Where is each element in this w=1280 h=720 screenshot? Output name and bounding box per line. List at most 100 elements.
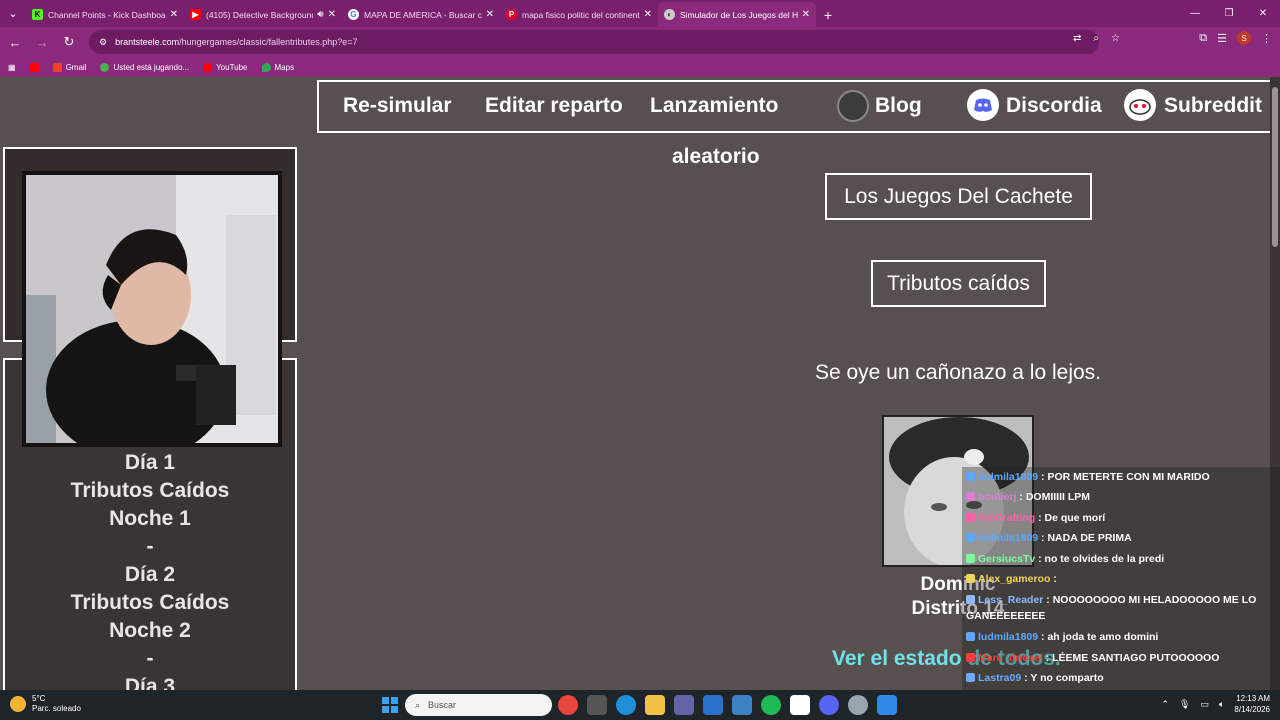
- close-icon[interactable]: ✕: [486, 9, 494, 20]
- bookmark-gmail[interactable]: Gmail: [52, 62, 86, 72]
- day-list-item[interactable]: Día 3: [5, 673, 295, 690]
- bookmark-youtube[interactable]: YouTube: [203, 62, 248, 72]
- discord-icon[interactable]: [967, 89, 999, 121]
- search-placeholder: Buscar: [428, 700, 457, 710]
- clock[interactable]: 12:13 AM 8/14/2026: [1234, 693, 1270, 715]
- security-app-icon[interactable]: [732, 695, 752, 715]
- close-window-icon[interactable]: ✕: [1246, 0, 1280, 27]
- speaker-icon[interactable]: 🔊︎: [317, 9, 323, 20]
- tab-hunger-games[interactable]: ◐ Simulador de Los Juegos del Hambre ✕: [658, 2, 816, 27]
- day-list-item[interactable]: Noche 1: [5, 505, 295, 533]
- bookmark-maps[interactable]: Maps: [261, 62, 295, 72]
- nav-discord[interactable]: Discordia: [1006, 94, 1102, 118]
- streamer-webcam: [22, 171, 282, 447]
- explorer-app-icon[interactable]: [645, 695, 665, 715]
- chrome-app-icon[interactable]: [558, 695, 578, 715]
- close-icon[interactable]: ✕: [170, 9, 178, 20]
- zoom-icon[interactable]: ⌕: [1093, 33, 1099, 44]
- new-tab-icon[interactable]: +: [816, 2, 840, 27]
- chevron-up-icon[interactable]: ⌃: [1162, 699, 1170, 710]
- nav-resimulate[interactable]: Re-simular: [343, 94, 452, 118]
- reading-list-icon[interactable]: ☰: [1217, 32, 1227, 45]
- chat-separator: :: [1050, 573, 1057, 585]
- chat-username[interactable]: ludmila1809: [978, 471, 1038, 483]
- nav-blog[interactable]: Blog: [875, 94, 922, 118]
- mail-app-icon[interactable]: [703, 695, 723, 715]
- tab-title: (4105) Detective Background: [206, 9, 314, 20]
- chat-username[interactable]: Lastra09: [978, 672, 1021, 684]
- bookmark-game[interactable]: Usted está jugando...: [100, 62, 189, 72]
- tab-google[interactable]: G MAPA DE AMERICA - Buscar con Google ✕: [342, 2, 500, 27]
- edge-app-icon[interactable]: [616, 695, 636, 715]
- chat-message: Alex_gameroo :: [966, 571, 1276, 587]
- chat-username[interactable]: Maru_driesel: [978, 652, 1043, 664]
- chat-badge-icon: [966, 574, 975, 583]
- day-list-item[interactable]: Día 2: [5, 561, 295, 589]
- scroll-thumb[interactable]: [1272, 87, 1278, 247]
- bookmark-star-icon[interactable]: ☆: [1111, 33, 1120, 44]
- nav-subreddit[interactable]: Subreddit: [1164, 94, 1262, 118]
- chat-badge-icon: [966, 653, 975, 662]
- bookmark-label: Maps: [274, 62, 295, 72]
- chat-username[interactable]: Less_Reader: [978, 594, 1043, 606]
- microphone-icon[interactable]: 🎙︎: [1179, 699, 1190, 710]
- game-title-button[interactable]: Los Juegos Del Cachete: [825, 173, 1092, 220]
- bookmark-youtube-shortcut[interactable]: [29, 62, 39, 72]
- chat-message: ludmila1809 : NADA DE PRIMA: [966, 530, 1276, 546]
- nav-random-launch-line2[interactable]: aleatorio: [672, 145, 760, 169]
- pinterest-icon: P: [506, 9, 517, 20]
- store-app-icon[interactable]: [587, 695, 607, 715]
- chat-username[interactable]: RolCrafting: [978, 512, 1035, 524]
- tab-search-icon[interactable]: ⌄: [0, 0, 26, 27]
- chat-username[interactable]: ludmila1809: [978, 631, 1038, 643]
- tab-kick[interactable]: K Channel Points - Kick Dashboard ✕: [26, 2, 184, 27]
- tab-youtube[interactable]: ▶ (4105) Detective Background 🔊︎ ✕: [184, 2, 342, 27]
- tab-strip: ⌄ K Channel Points - Kick Dashboard ✕ ▶ …: [0, 0, 1280, 27]
- taskbar-search[interactable]: ⌕ Buscar: [405, 694, 552, 716]
- close-icon[interactable]: ✕: [328, 9, 336, 20]
- nav-edit-cast[interactable]: Editar reparto: [485, 94, 623, 118]
- restore-icon[interactable]: ❐: [1212, 0, 1246, 27]
- clock-date: 8/14/2026: [1234, 705, 1270, 714]
- chat-username[interactable]: Alex_gameroo: [978, 573, 1050, 585]
- day-list-item[interactable]: Tributos Caídos: [5, 477, 295, 505]
- forward-icon[interactable]: →: [30, 30, 54, 54]
- chat-username[interactable]: GersiucsTv: [978, 553, 1035, 565]
- profile-avatar[interactable]: S: [1237, 31, 1251, 45]
- close-icon[interactable]: ✕: [644, 9, 652, 20]
- url-host: brantsteele.com: [115, 37, 180, 47]
- tab-title: MAPA DE AMERICA - Buscar con Google: [364, 9, 482, 20]
- extensions-icon[interactable]: ⧉: [1199, 32, 1207, 45]
- back-icon[interactable]: ←: [3, 30, 27, 54]
- day-list-item[interactable]: Noche 2: [5, 617, 295, 645]
- teams-app-icon[interactable]: [674, 695, 694, 715]
- day-list-item[interactable]: Tributos Caídos: [5, 589, 295, 617]
- chat-username[interactable]: boutierj: [978, 491, 1017, 503]
- chat-username[interactable]: ludmila1809: [978, 532, 1038, 544]
- address-bar[interactable]: ⚙ brantsteele.com/hungergames/classic/fa…: [89, 30, 1099, 54]
- weather-widget[interactable]: 5°C Parc. soleado: [10, 694, 81, 714]
- windows-taskbar: 5°C Parc. soleado ⌕ Buscar ⌃ 🎙︎ ▭ 🔈︎ 12:…: [0, 690, 1280, 720]
- translate-icon[interactable]: ⇄: [1073, 33, 1081, 44]
- spotify-app-icon[interactable]: [761, 695, 781, 715]
- capcut-app-icon[interactable]: [790, 695, 810, 715]
- blog-icon[interactable]: [837, 90, 869, 122]
- steam-app-icon[interactable]: [848, 695, 868, 715]
- site-info-icon[interactable]: ⚙: [99, 37, 107, 48]
- menu-icon[interactable]: ⋮: [1261, 32, 1272, 45]
- paint-app-icon[interactable]: [877, 695, 897, 715]
- kick-icon: K: [32, 9, 43, 20]
- chat-badge-icon: [966, 673, 975, 682]
- network-icon[interactable]: ▭: [1200, 699, 1209, 710]
- day-list-item[interactable]: Día 1: [5, 449, 295, 477]
- close-icon[interactable]: ✕: [802, 9, 810, 20]
- tab-pinterest[interactable]: P mapa fisico politic del continente ✕: [500, 2, 658, 27]
- nav-random-launch[interactable]: Lanzamiento: [650, 94, 778, 118]
- windows-start-icon[interactable]: [382, 697, 398, 713]
- discord-app-icon[interactable]: [819, 695, 839, 715]
- apps-icon[interactable]: ▦: [8, 63, 16, 72]
- volume-icon[interactable]: 🔈︎: [1219, 699, 1224, 710]
- reload-icon[interactable]: ↻: [57, 30, 81, 54]
- reddit-icon[interactable]: [1124, 89, 1156, 121]
- minimize-icon[interactable]: —: [1178, 0, 1212, 27]
